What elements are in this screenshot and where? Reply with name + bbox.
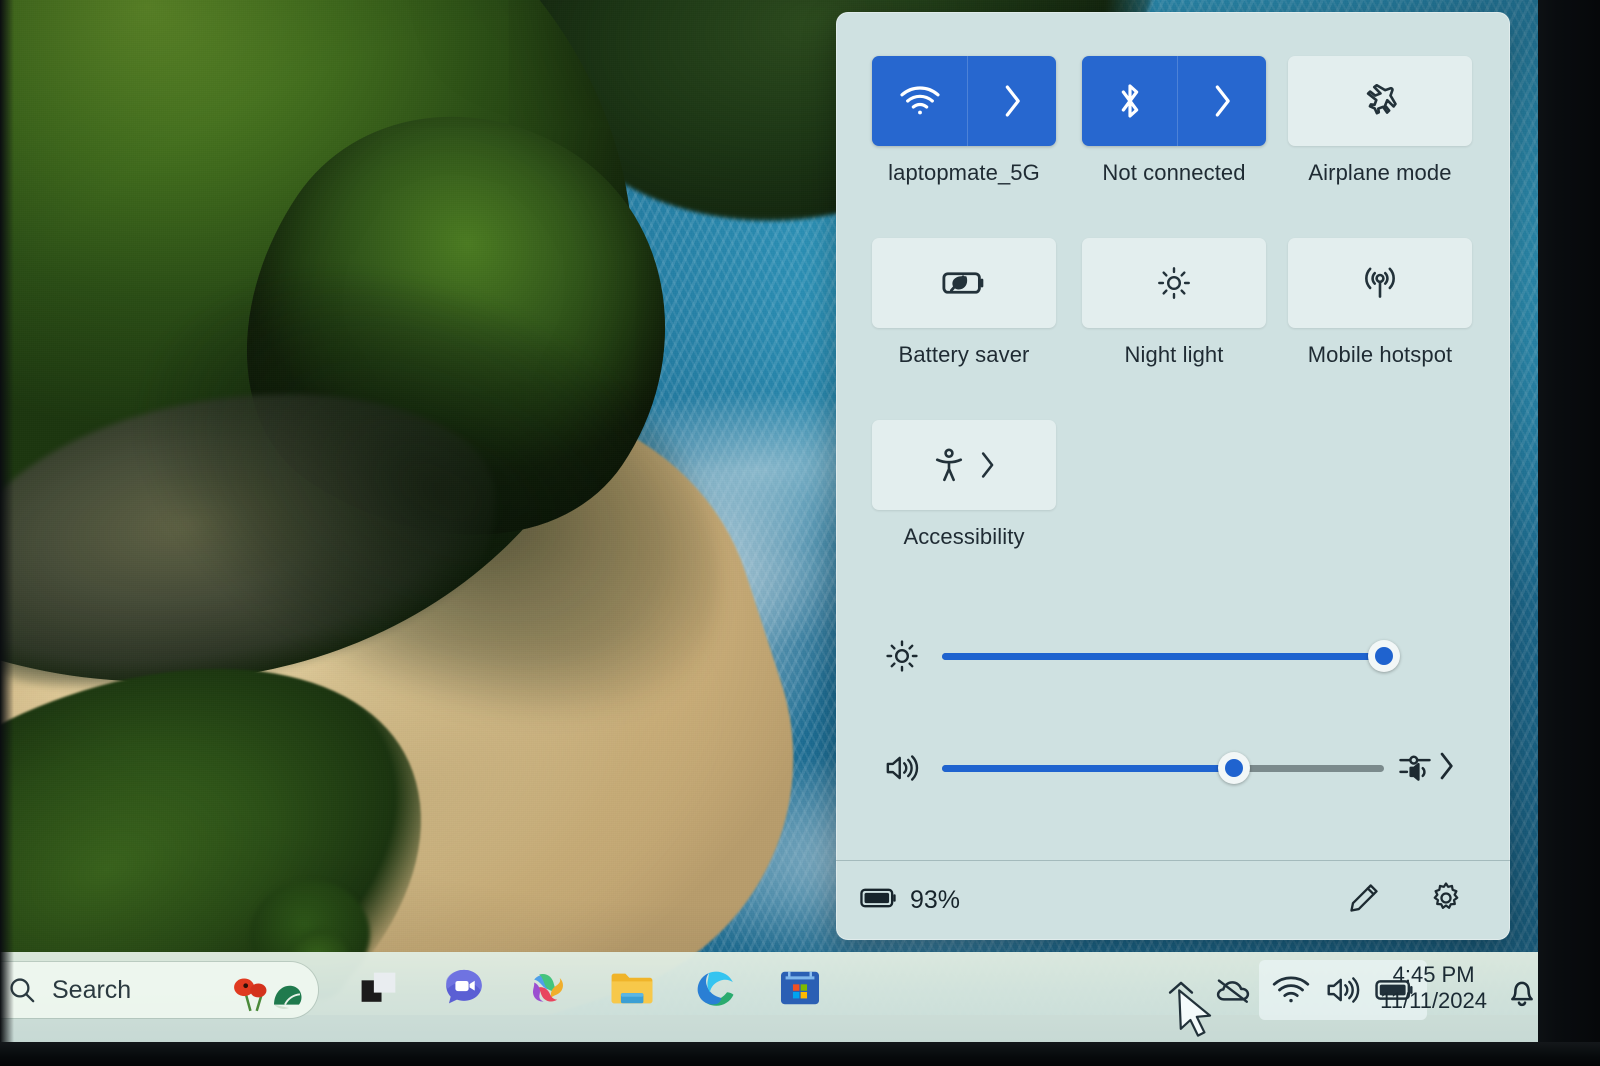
quick-tile-mobile-hotspot[interactable]	[1288, 238, 1472, 328]
taskbar-app-list	[352, 960, 828, 1016]
taskbar: Search 4:45 PM 11/11/2024	[0, 952, 1545, 1042]
settings-button[interactable]	[1420, 875, 1472, 927]
battery-status: 93%	[860, 886, 960, 915]
wifi-toggle[interactable]	[872, 56, 968, 146]
clock-date: 11/11/2024	[1380, 987, 1487, 1013]
search-box[interactable]: Search	[0, 962, 318, 1018]
screen: laptopmate_5G Not connected Airplane mod…	[0, 0, 1600, 1066]
bell-icon	[1507, 981, 1537, 1012]
teams-chat-icon[interactable]	[436, 960, 492, 1016]
quick-tile-label-night-light: Night light	[1124, 342, 1224, 367]
wifi-expand-button[interactable]	[968, 56, 1056, 146]
mouse-cursor	[1176, 988, 1216, 1045]
edge-icon[interactable]	[688, 960, 744, 1016]
bluetooth-expand-button[interactable]	[1178, 56, 1266, 146]
notifications-button[interactable]	[1507, 974, 1537, 1013]
sun-icon	[1157, 266, 1191, 300]
chevron-right-icon	[1212, 84, 1232, 118]
quick-settings-footer: 93%	[836, 861, 1510, 940]
tile-cell-battery-saver: Battery saver	[872, 238, 1078, 368]
brightness-slider-row	[876, 630, 1400, 682]
quick-tile-airplane-mode[interactable]	[1288, 56, 1472, 146]
file-explorer-icon[interactable]	[604, 960, 660, 1016]
brightness-icon	[876, 630, 928, 682]
monitor-bezel-left	[0, 0, 14, 1066]
audio-output-icon	[1398, 750, 1432, 787]
tile-cell-wifi: laptopmate_5G	[872, 56, 1078, 186]
monitor-bezel-bottom	[0, 1042, 1600, 1066]
search-placeholder: Search	[52, 975, 132, 1004]
volume-icon[interactable]	[1317, 962, 1369, 1018]
quick-tile-label-wifi: laptopmate_5G	[888, 160, 1040, 185]
monitor-bezel-right	[1538, 0, 1600, 1066]
audio-output-selector[interactable]	[1398, 750, 1454, 787]
bluetooth-toggle[interactable]	[1082, 56, 1178, 146]
volume-icon	[876, 742, 928, 794]
quick-tile-label-mobile-hotspot: Mobile hotspot	[1307, 342, 1453, 367]
hotspot-icon	[1360, 266, 1400, 300]
tile-cell-accessibility: Accessibility	[872, 420, 1078, 550]
tile-cell-airplane: Airplane mode	[1288, 56, 1494, 186]
quick-tile-battery-saver[interactable]	[872, 238, 1056, 328]
microsoft-store-icon[interactable]	[772, 960, 828, 1016]
pencil-icon	[1348, 882, 1380, 919]
chevron-right-icon	[979, 451, 995, 479]
volume-slider-thumb[interactable]	[1217, 752, 1250, 784]
edit-quick-settings-button[interactable]	[1338, 875, 1390, 927]
battery-percent: 93%	[910, 886, 961, 914]
quick-tile-label-bluetooth: Not connected	[1102, 160, 1246, 185]
airplane-icon	[1362, 84, 1398, 118]
brightness-slider-thumb[interactable]	[1368, 640, 1400, 672]
quick-tile-bluetooth[interactable]	[1082, 56, 1266, 146]
volume-slider-row	[876, 742, 1454, 794]
quick-tile-wifi[interactable]	[872, 56, 1056, 146]
battery-leaf-icon	[942, 268, 986, 298]
quick-tile-label-airplane: Airplane mode	[1308, 160, 1452, 185]
gear-icon	[1429, 881, 1463, 920]
quick-tile-night-light[interactable]	[1082, 238, 1266, 328]
chevron-right-icon	[1438, 751, 1454, 786]
volume-slider[interactable]	[942, 752, 1384, 784]
brightness-slider[interactable]	[942, 640, 1400, 672]
quick-tile-label-battery-saver: Battery saver	[898, 342, 1030, 367]
poppy-flower-icon	[222, 970, 304, 1019]
tile-cell-bluetooth: Not connected	[1082, 56, 1288, 186]
quick-tile-accessibility[interactable]	[872, 420, 1056, 510]
bluetooth-icon	[1116, 81, 1144, 121]
tile-cell-night-light: Night light	[1082, 238, 1288, 368]
taskbar-clock[interactable]: 4:45 PM 11/11/2024	[1380, 962, 1487, 1014]
battery-icon	[860, 886, 898, 915]
task-view-icon[interactable]	[352, 960, 408, 1016]
quick-tile-label-accessibility: Accessibility	[903, 524, 1025, 549]
accessibility-icon	[933, 448, 965, 482]
clock-time: 4:45 PM	[1392, 962, 1475, 987]
quick-settings-panel: laptopmate_5G Not connected Airplane mod…	[836, 12, 1510, 940]
wifi-icon[interactable]	[1265, 962, 1317, 1018]
tile-cell-mobile-hotspot: Mobile hotspot	[1288, 238, 1494, 368]
chevron-right-icon	[1002, 84, 1022, 118]
copilot-icon[interactable]	[520, 960, 576, 1016]
wifi-icon	[899, 86, 940, 116]
